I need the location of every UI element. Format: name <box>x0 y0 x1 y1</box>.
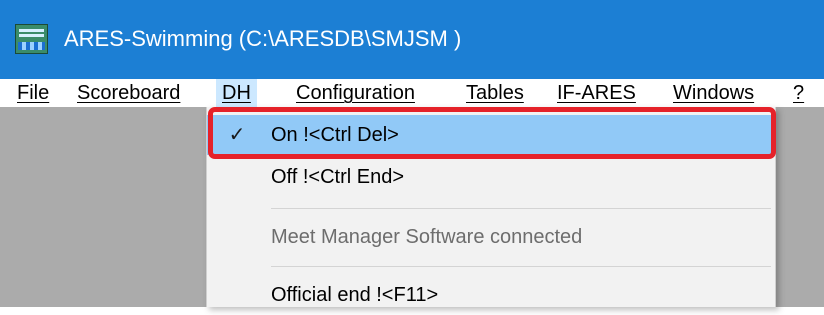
menu-item-off-label: Off !<Ctrl End> <box>271 166 405 188</box>
menu-if-ares[interactable]: IF-ARES <box>557 79 636 107</box>
window-title: ARES-Swimming (C:\ARESDB\SMJSM ) <box>64 26 462 51</box>
menu-help[interactable]: ? <box>793 79 804 107</box>
ares-app-icon[interactable] <box>15 24 48 54</box>
menu-item-official-end[interactable]: Official end !<F11> <box>207 275 775 315</box>
menu-item-off[interactable]: Off !<Ctrl End> <box>207 157 775 197</box>
menu-dh[interactable]: DH <box>216 79 257 107</box>
menu-item-on-label: On !<Ctrl Del> <box>271 124 399 146</box>
menu-separator <box>271 266 771 267</box>
menu-item-meet-manager-label: Meet Manager Software connected <box>271 226 583 248</box>
menu-item-meet-manager-connected: Meet Manager Software connected <box>207 217 775 257</box>
menu-windows[interactable]: Windows <box>673 79 754 107</box>
menu-configuration[interactable]: Configuration <box>296 79 415 107</box>
menu-item-on[interactable]: ✓ On !<Ctrl Del> <box>207 115 775 155</box>
menu-scoreboard[interactable]: Scoreboard <box>77 79 180 107</box>
menu-item-official-end-label: Official end !<F11> <box>271 284 439 306</box>
checkmark-icon: ✓ <box>228 124 246 146</box>
menu-separator <box>271 208 771 209</box>
title-bar[interactable]: ARES-Swimming (C:\ARESDB\SMJSM ) <box>0 0 824 79</box>
dh-dropdown-menu: ✓ On !<Ctrl Del> Off !<Ctrl End> Meet Ma… <box>206 107 776 307</box>
menu-tables[interactable]: Tables <box>466 79 524 107</box>
menu-bar: File Scoreboard DH Configuration Tables … <box>0 79 824 107</box>
menu-file[interactable]: File <box>17 79 49 107</box>
